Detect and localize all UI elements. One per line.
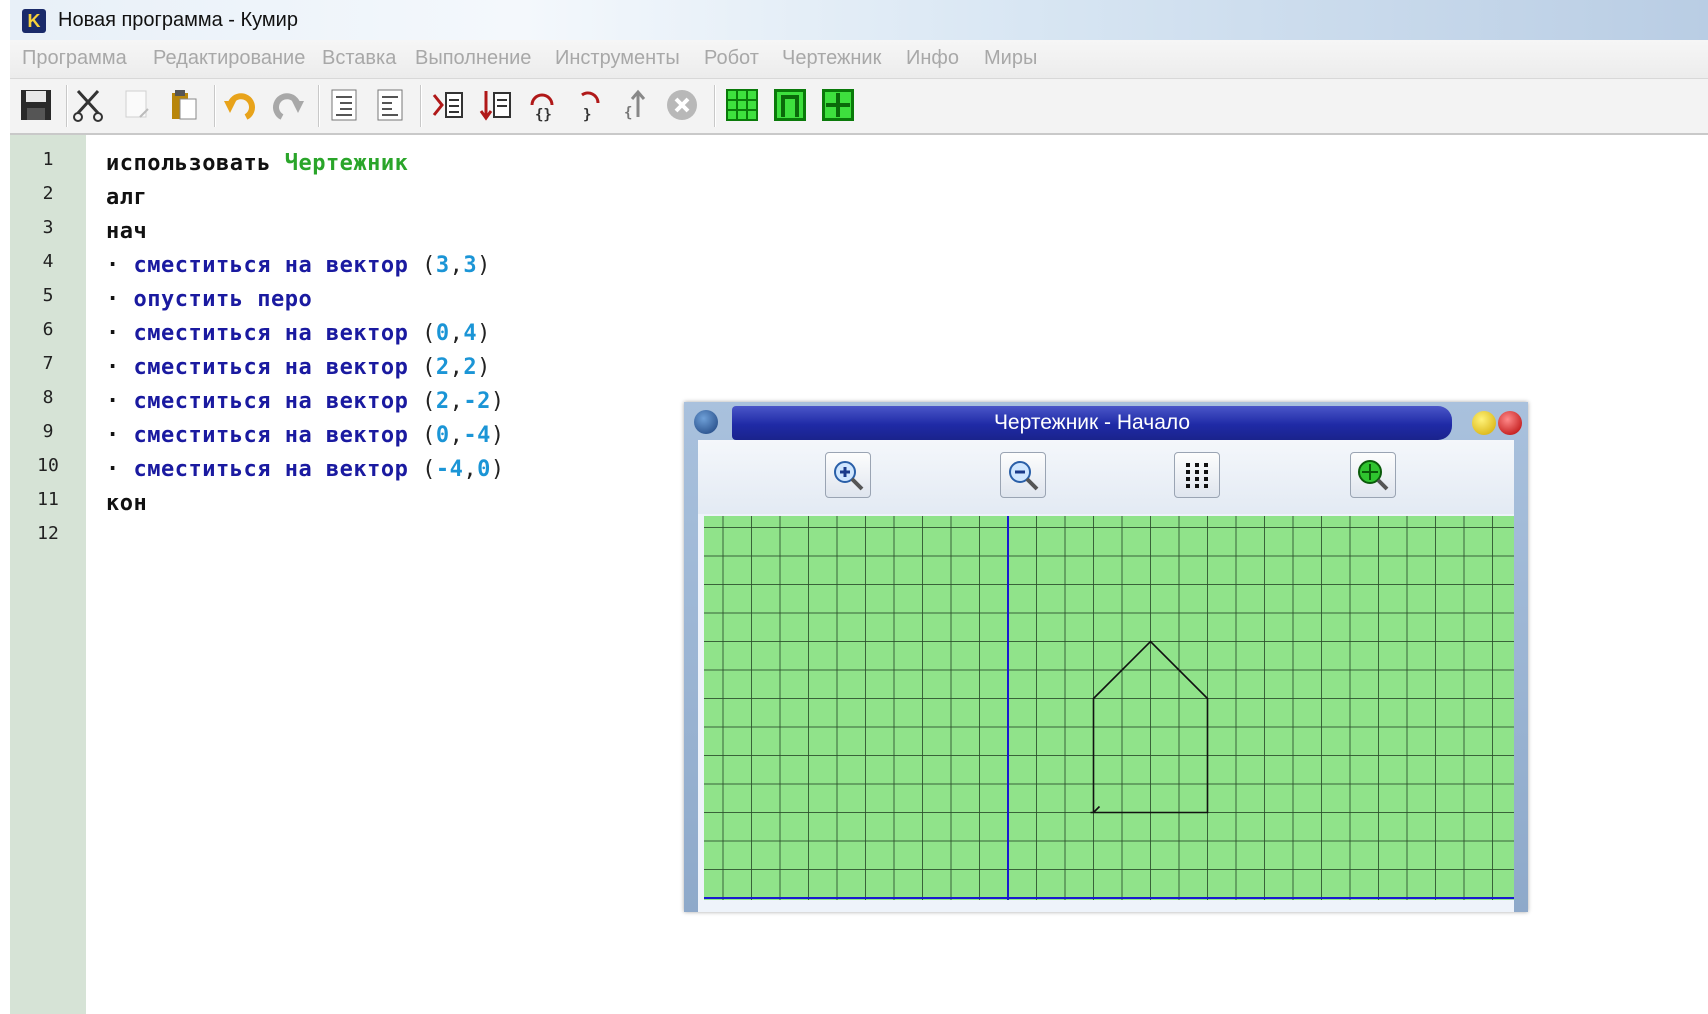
menu-drawer[interactable]: Чертежник bbox=[782, 47, 881, 70]
drawer-titlebar[interactable]: Чертежник - Начало bbox=[732, 406, 1452, 440]
command: опустить перо bbox=[133, 287, 313, 312]
line-number: 3 bbox=[42, 217, 54, 238]
keyword: алг bbox=[106, 185, 148, 210]
svg-text:}: } bbox=[583, 107, 591, 123]
code-line[interactable]: использовать Чертежник bbox=[106, 151, 408, 176]
robot-icon[interactable] bbox=[722, 85, 762, 125]
drawer-title: Чертежник - Начало bbox=[993, 411, 1191, 434]
drawer-window[interactable]: Чертежник - Начало bbox=[684, 402, 1528, 912]
line-number: 1 bbox=[42, 149, 54, 170]
step-over-icon[interactable]: } bbox=[570, 85, 610, 125]
arg: -4 bbox=[463, 423, 491, 448]
line-number: 12 bbox=[37, 523, 59, 544]
code-line[interactable]: нач bbox=[106, 219, 147, 244]
menu-robot[interactable]: Робот bbox=[704, 47, 759, 70]
code-line[interactable]: · сместиться на вектор (0,4) bbox=[106, 321, 491, 346]
arg: 2 bbox=[463, 355, 478, 380]
code-line[interactable]: · опустить перо bbox=[106, 287, 312, 312]
arg: 2 bbox=[435, 355, 450, 380]
keyword: кон bbox=[106, 491, 148, 516]
line-number: 10 bbox=[37, 455, 59, 476]
grid-icon[interactable] bbox=[1174, 452, 1220, 498]
step-out-icon[interactable]: { bbox=[616, 85, 656, 125]
zoom-in-icon[interactable] bbox=[825, 452, 871, 498]
arg: 3 bbox=[463, 253, 478, 278]
line-number: 7 bbox=[42, 353, 54, 374]
line-number: 11 bbox=[37, 489, 59, 510]
fit-icon[interactable] bbox=[1350, 452, 1396, 498]
drawer-body bbox=[698, 440, 1514, 912]
code-line[interactable]: алг bbox=[106, 185, 147, 210]
canvas-background bbox=[704, 516, 1514, 900]
save-icon[interactable] bbox=[16, 85, 56, 125]
copy-icon[interactable] bbox=[116, 85, 156, 125]
keyword: нач bbox=[106, 219, 148, 244]
line-number: 4 bbox=[42, 251, 54, 272]
keyword: использовать bbox=[106, 151, 271, 176]
module-name: Чертежник bbox=[284, 151, 409, 176]
line-number: 9 bbox=[42, 421, 54, 442]
close-icon[interactable] bbox=[1498, 411, 1522, 435]
arg: 0 bbox=[435, 423, 450, 448]
redo-icon[interactable] bbox=[268, 85, 308, 125]
step-into-icon[interactable]: {} bbox=[522, 85, 562, 125]
cut-icon[interactable] bbox=[68, 85, 108, 125]
code-line[interactable]: · сместиться на вектор (3,3) bbox=[106, 253, 491, 278]
arg: 2 bbox=[435, 389, 450, 414]
svg-text:{: { bbox=[624, 105, 632, 121]
indent-icon[interactable] bbox=[324, 85, 364, 125]
line-number-gutter: 1 2 3 4 5 6 7 8 9 10 11 12 bbox=[10, 135, 86, 1014]
run-icon[interactable] bbox=[428, 85, 468, 125]
menu-run[interactable]: Выполнение bbox=[415, 47, 531, 70]
toolbar: {} } { bbox=[10, 79, 1708, 135]
window-titlebar: K Новая программа - Кумир bbox=[10, 0, 1708, 41]
step-icon[interactable] bbox=[476, 85, 516, 125]
paste-icon[interactable] bbox=[164, 85, 204, 125]
stop-icon[interactable] bbox=[662, 85, 702, 125]
code-line[interactable]: · сместиться на вектор (0,-4) bbox=[106, 423, 505, 448]
code-line[interactable]: · сместиться на вектор (-4,0) bbox=[106, 457, 505, 482]
minimize-icon[interactable] bbox=[1472, 411, 1496, 435]
command: сместиться на вектор bbox=[133, 389, 409, 414]
arg: 0 bbox=[435, 321, 450, 346]
menu-worlds[interactable]: Миры bbox=[984, 47, 1037, 70]
command: сместиться на вектор bbox=[133, 355, 409, 380]
world-icon[interactable] bbox=[818, 85, 858, 125]
menu-program[interactable]: Программа bbox=[22, 47, 127, 70]
window-menu-icon[interactable] bbox=[694, 410, 718, 434]
menu-info[interactable]: Инфо bbox=[906, 47, 959, 70]
code-line[interactable]: кон bbox=[106, 491, 147, 516]
code-line[interactable]: · сместиться на вектор (2,-2) bbox=[106, 389, 505, 414]
arg: 0 bbox=[477, 457, 491, 482]
drawer-toolbar bbox=[698, 440, 1514, 514]
menubar: Программа Редактирование Вставка Выполне… bbox=[10, 40, 1708, 79]
kumir-logo-icon: K bbox=[22, 9, 46, 33]
drawer-canvas[interactable] bbox=[704, 516, 1514, 900]
command: сместиться на вектор bbox=[133, 423, 409, 448]
drawer-icon[interactable] bbox=[770, 85, 810, 125]
command: сместиться на вектор bbox=[133, 253, 409, 278]
zoom-out-icon[interactable] bbox=[1000, 452, 1046, 498]
arg: 4 bbox=[463, 321, 478, 346]
unindent-icon[interactable] bbox=[370, 85, 410, 125]
line-number: 5 bbox=[42, 285, 54, 306]
menu-edit[interactable]: Редактирование bbox=[153, 47, 305, 70]
menu-tools[interactable]: Инструменты bbox=[555, 47, 680, 70]
svg-text:{}: {} bbox=[535, 107, 552, 123]
window-title: Новая программа - Кумир bbox=[58, 9, 298, 31]
command: сместиться на вектор bbox=[133, 457, 409, 482]
line-number: 6 bbox=[42, 319, 54, 340]
arg: -2 bbox=[463, 389, 491, 414]
arg: 3 bbox=[435, 253, 450, 278]
line-number: 2 bbox=[42, 183, 54, 204]
command: сместиться на вектор bbox=[133, 321, 409, 346]
arg: -4 bbox=[435, 457, 464, 482]
menu-insert[interactable]: Вставка bbox=[322, 47, 396, 70]
undo-icon[interactable] bbox=[220, 85, 260, 125]
code-line[interactable]: · сместиться на вектор (2,2) bbox=[106, 355, 491, 380]
line-number: 8 bbox=[42, 387, 54, 408]
